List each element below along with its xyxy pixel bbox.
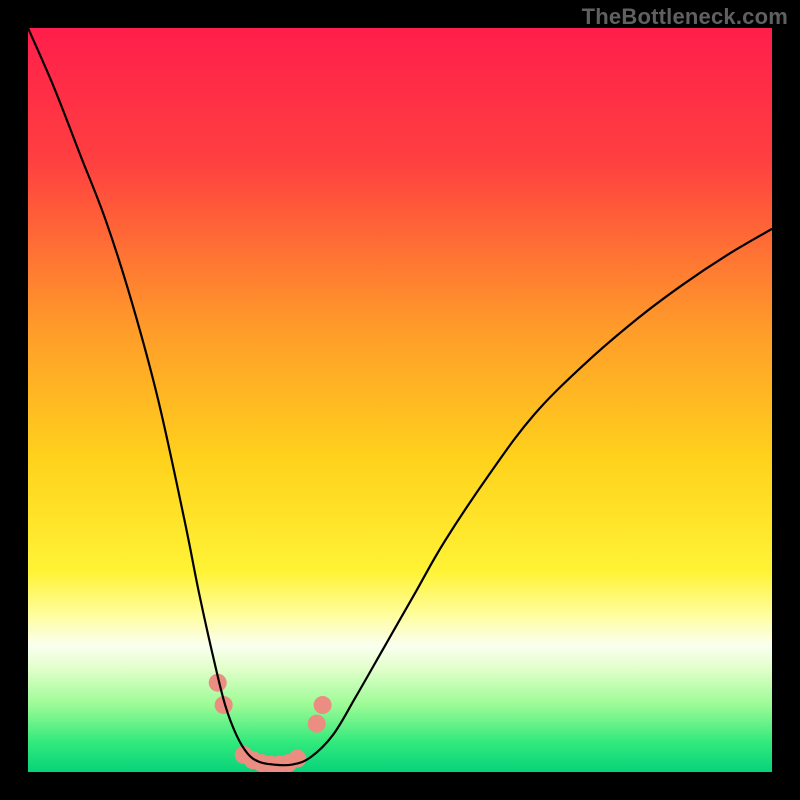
chart-marker — [308, 715, 326, 733]
chart-plot-area — [28, 28, 772, 772]
chart-curve — [28, 28, 772, 765]
chart-marker — [314, 696, 332, 714]
chart-curve-layer — [28, 28, 772, 772]
chart-frame: TheBottleneck.com — [0, 0, 800, 800]
watermark-text: TheBottleneck.com — [582, 4, 788, 30]
chart-markers — [209, 674, 332, 772]
